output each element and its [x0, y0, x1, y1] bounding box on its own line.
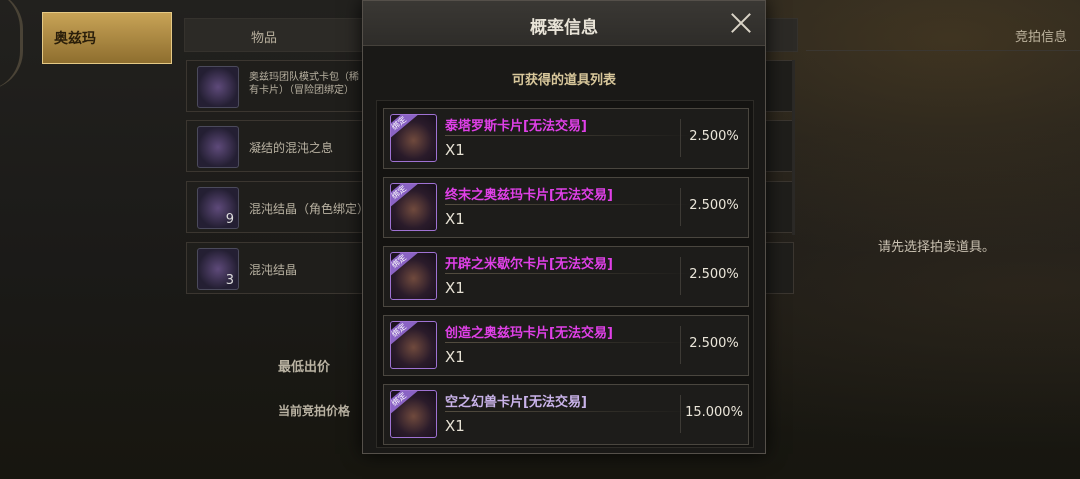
- reward-name: 泰塔罗斯卡片[无法交易]: [445, 119, 587, 134]
- name-underline: [445, 411, 693, 412]
- modal-title: 概率信息: [530, 18, 598, 38]
- item-name: 凝结的混沌之息: [249, 141, 334, 155]
- right-divider: [806, 50, 1080, 51]
- item-count: 9: [225, 212, 234, 227]
- modal-header: 概率信息: [363, 1, 765, 46]
- reward-name: 终末之奥兹玛卡片[无法交易]: [445, 188, 613, 203]
- current-bid-label: 当前竞拍价格: [278, 404, 351, 418]
- bound-tag: 绑定: [391, 115, 418, 141]
- reward-qty: X1: [445, 348, 465, 366]
- reward-name: 空之幻兽卡片[无法交易]: [445, 395, 587, 410]
- card-icon[interactable]: 绑定: [390, 252, 437, 300]
- item-name: 混沌结晶: [249, 263, 298, 277]
- select-item-hint: 请先选择拍卖道具。: [878, 240, 996, 255]
- name-underline: [445, 204, 693, 205]
- card-icon[interactable]: 绑定: [390, 321, 437, 369]
- reward-name: 开辟之米歇尔卡片[无法交易]: [445, 257, 613, 272]
- close-icon[interactable]: [727, 9, 755, 37]
- name-underline: [445, 342, 693, 343]
- reward-probability: 2.500%: [689, 267, 739, 282]
- reward-row: 绑定 空之幻兽卡片[无法交易] X1 15.000%: [383, 384, 749, 445]
- bound-tag: 绑定: [391, 322, 418, 348]
- reward-probability: 2.500%: [689, 129, 739, 144]
- auction-info-title: 竞拍信息: [1015, 30, 1068, 45]
- item-column-title: 物品: [251, 31, 278, 46]
- item-count: 3: [225, 273, 234, 288]
- item-name: 奥兹玛团队模式卡包（稀有卡片）（冒险团绑定）: [249, 72, 359, 96]
- category-tab-label: 奥兹玛: [54, 31, 96, 47]
- reward-qty: X1: [445, 210, 465, 228]
- card-pack-icon: [197, 66, 239, 108]
- reward-name: 创造之奥兹玛卡片[无法交易]: [445, 326, 613, 341]
- card-icon[interactable]: 绑定: [390, 114, 437, 162]
- name-underline: [445, 135, 693, 136]
- bound-tag: 绑定: [391, 391, 418, 417]
- probability-modal: 概率信息 可获得的道具列表 绑定 泰塔罗斯卡片[无法交易] X1 2.500% …: [362, 0, 766, 454]
- reward-probability: 2.500%: [689, 198, 739, 213]
- chaos-crystal-icon: 3: [197, 248, 239, 290]
- reward-qty: X1: [445, 279, 465, 297]
- name-underline: [445, 273, 693, 274]
- item-name: 混沌结晶（角色绑定）: [249, 202, 370, 216]
- reward-qty: X1: [445, 417, 465, 435]
- reward-row: 绑定 开辟之米歇尔卡片[无法交易] X1 2.500%: [383, 246, 749, 307]
- list-scrollbar[interactable]: [792, 60, 795, 235]
- bound-tag: 绑定: [391, 184, 418, 210]
- reward-row: 绑定 泰塔罗斯卡片[无法交易] X1 2.500%: [383, 108, 749, 169]
- chaos-breath-icon: [197, 126, 239, 168]
- reward-probability: 2.500%: [689, 336, 739, 351]
- reward-list[interactable]: 绑定 泰塔罗斯卡片[无法交易] X1 2.500% 绑定 终末之奥兹玛卡片[无法…: [376, 100, 754, 448]
- card-icon[interactable]: 绑定: [390, 183, 437, 231]
- chaos-crystal-icon: 9: [197, 187, 239, 229]
- reward-probability: 15.000%: [685, 405, 743, 420]
- min-bid-label: 最低出价: [278, 360, 331, 375]
- bound-tag: 绑定: [391, 253, 418, 279]
- card-icon[interactable]: 绑定: [390, 390, 437, 438]
- category-tab-ozma[interactable]: 奥兹玛: [42, 12, 172, 64]
- reward-row: 绑定 创造之奥兹玛卡片[无法交易] X1 2.500%: [383, 315, 749, 376]
- reward-qty: X1: [445, 141, 465, 159]
- obtainable-items-subtitle: 可获得的道具列表: [511, 73, 616, 88]
- reward-row: 绑定 终末之奥兹玛卡片[无法交易] X1 2.500%: [383, 177, 749, 238]
